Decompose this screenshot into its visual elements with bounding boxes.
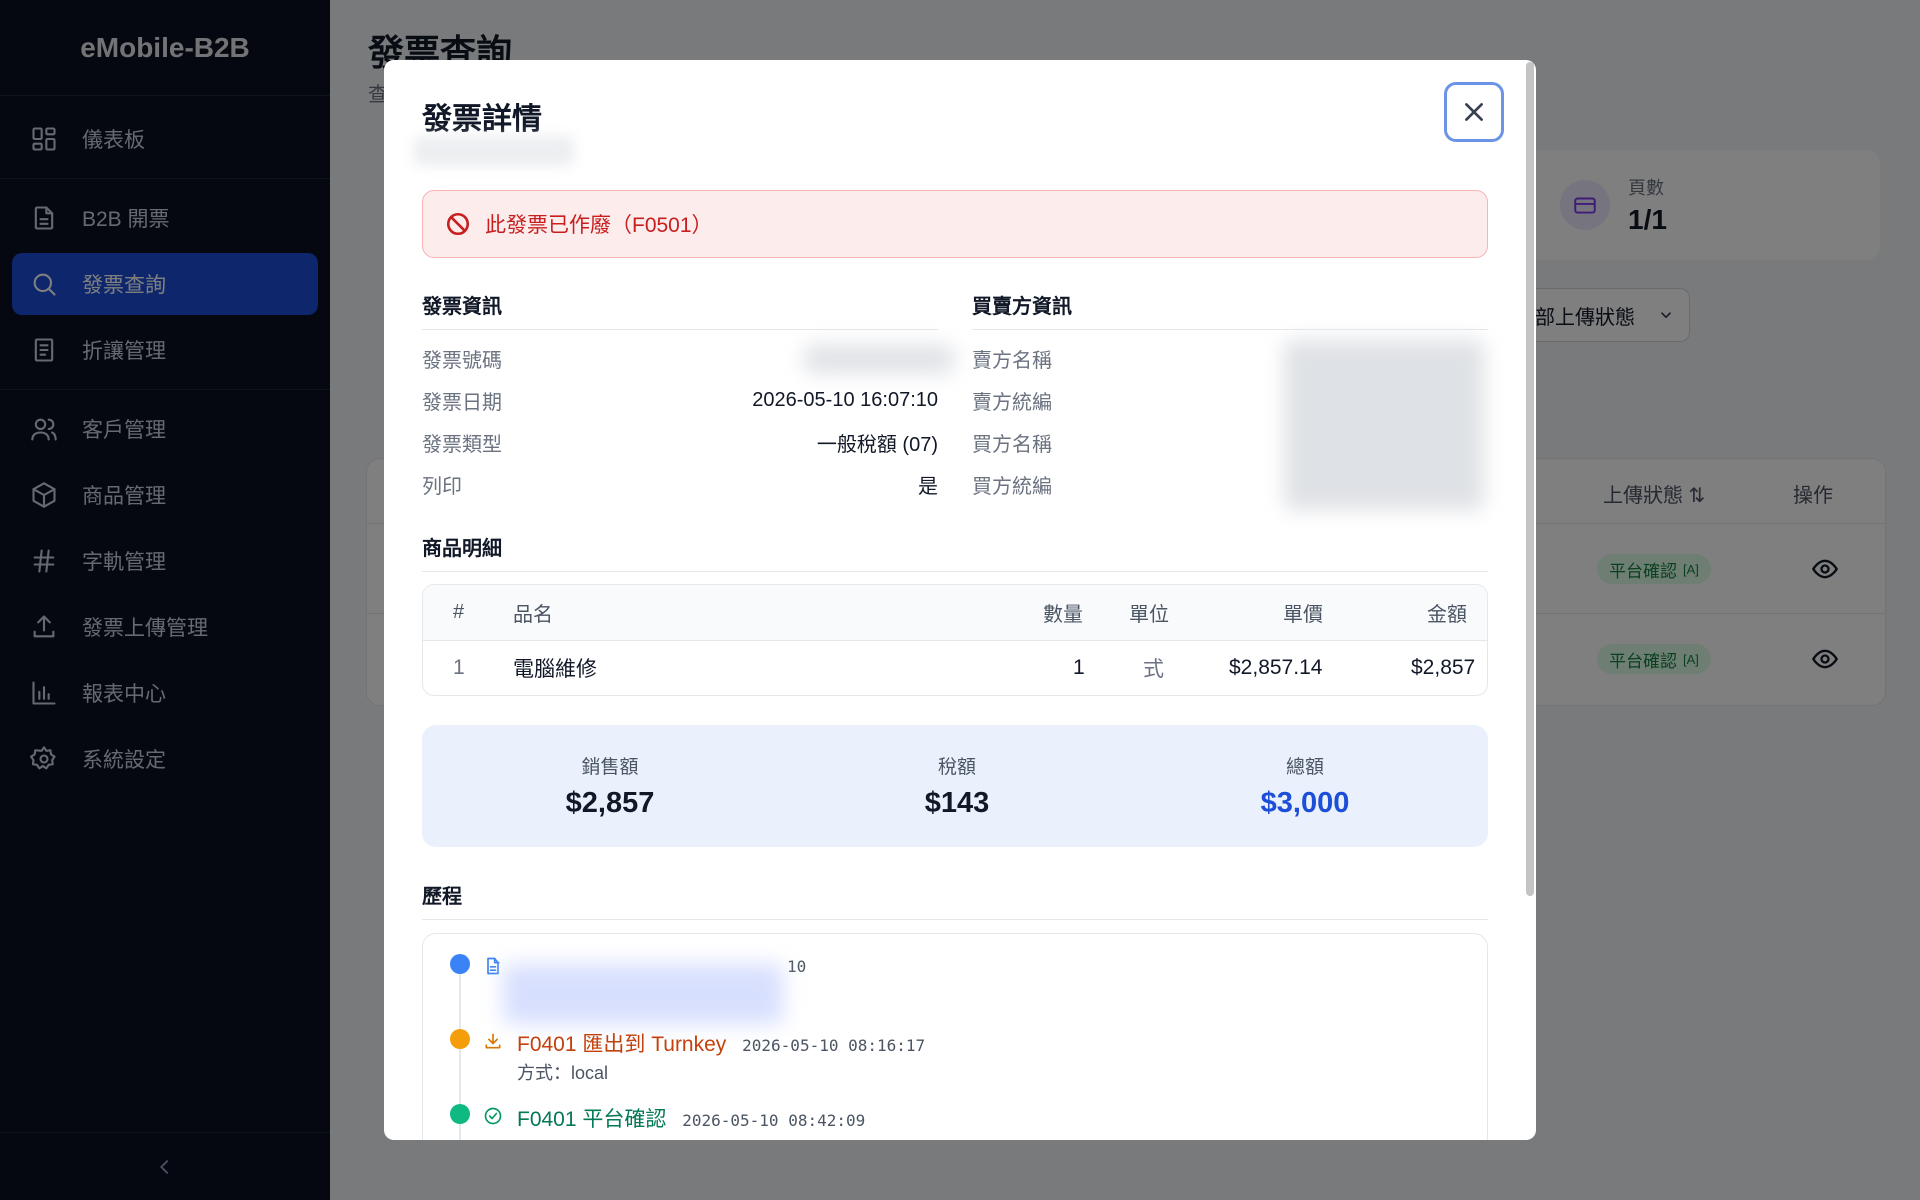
- timeline-event-title: F0401 平台確認: [517, 1108, 667, 1131]
- section-heading-items: 商品明細: [422, 532, 1488, 572]
- total-tax-label: 稅額: [937, 757, 976, 778]
- void-alert-text: 此發票已作廢（F0501）: [485, 214, 713, 237]
- item-name: 電腦維修: [513, 658, 597, 681]
- column-header-qty: 數量: [1043, 604, 1083, 626]
- column-header-unit: 單位: [1129, 604, 1169, 626]
- section-heading-history: 歷程: [422, 880, 1488, 920]
- document-icon: [483, 956, 503, 976]
- items-table: # 品名 數量 單位 單價 金額 1 電腦維修 1 式 $2,857.14 $2…: [422, 584, 1488, 696]
- item-unit: 式: [1143, 658, 1164, 681]
- field-seller-name: 賣方名稱: [972, 343, 1272, 373]
- timeline-dot: [450, 1029, 470, 1049]
- download-icon: [483, 1031, 503, 1051]
- history-timeline: 10 F0401 匯出到 Turnkey 2026-05-10 08:16:17…: [422, 933, 1488, 1140]
- items-table-header: # 品名 數量 單位 單價 金額: [423, 585, 1487, 641]
- section-heading-invoice-info: 發票資訊: [422, 290, 938, 330]
- close-icon: [1465, 103, 1483, 121]
- field-buyer-name: 買方名稱: [972, 427, 1272, 457]
- total-sales: 銷售額 $2,857: [480, 725, 740, 847]
- modal-body: 發票詳情 此發票已作廢（F0501） 發票資訊 發票號碼 發票日期 2026-0…: [384, 60, 1524, 1140]
- field-value: 是: [918, 475, 938, 498]
- field-label: 發票類型: [422, 433, 502, 456]
- total-tax: 稅額 $143: [827, 725, 1087, 847]
- column-header-price: 單價: [1283, 604, 1323, 626]
- modal-scrollbar[interactable]: [1526, 62, 1534, 896]
- timeline-event-time: 2026-05-10 08:42:09: [682, 1111, 866, 1130]
- section-heading-party-info: 買賣方資訊: [972, 290, 1488, 330]
- field-value: 2026-05-10 16:07:10: [752, 388, 938, 411]
- totals-panel: 銷售額 $2,857 稅額 $143 總額 $3,000: [422, 725, 1488, 847]
- column-header-amount: 金額: [1427, 604, 1467, 626]
- total-sales-label: 銷售額: [581, 757, 639, 778]
- field-label: 發票日期: [422, 391, 502, 414]
- column-header-name: 品名: [513, 604, 553, 626]
- redacted-party-values: [1284, 340, 1484, 510]
- timeline-event: F0401 平台確認 2026-05-10 08:42:09: [517, 1103, 865, 1133]
- total-grand: 總額 $3,000: [1175, 725, 1435, 847]
- modal-title: 發票詳情: [422, 103, 542, 136]
- timeline-dot: [450, 1104, 470, 1124]
- timeline-event-detail: 方式：local: [517, 1063, 609, 1083]
- field-seller-tax-id: 賣方統編: [972, 385, 1272, 415]
- field-invoice-type: 發票類型 一般稅額 (07): [422, 427, 938, 457]
- timeline-event-title: F0401 匯出到 Turnkey: [517, 1033, 727, 1056]
- redacted-subtitle: [414, 136, 574, 166]
- total-tax-value: $143: [924, 787, 990, 819]
- item-qty: 1: [1073, 656, 1085, 679]
- field-printed: 列印 是: [422, 469, 938, 499]
- item-no: 1: [453, 656, 465, 679]
- total-grand-label: 總額: [1285, 757, 1324, 778]
- column-header-no: #: [453, 601, 465, 623]
- field-label: 賣方統編: [972, 391, 1052, 414]
- total-grand-value: $3,000: [1260, 787, 1350, 819]
- field-value: 一般稅額 (07): [816, 433, 938, 456]
- timeline-event-time: 10: [787, 957, 807, 976]
- check-circle-icon: [483, 1106, 503, 1126]
- total-sales-value: $2,857: [565, 787, 655, 819]
- field-label: 買方名稱: [972, 433, 1052, 456]
- field-label: 賣方名稱: [972, 349, 1052, 372]
- ban-icon: [446, 212, 470, 236]
- close-button[interactable]: [1444, 82, 1504, 142]
- timeline-event-time: 2026-05-10 08:16:17: [742, 1036, 926, 1055]
- field-invoice-date: 發票日期 2026-05-10 16:07:10: [422, 385, 938, 415]
- field-label: 發票號碼: [422, 349, 502, 372]
- redacted-invoice-number: [804, 345, 954, 373]
- timeline-dot: [450, 954, 470, 974]
- field-buyer-tax-id: 買方統編: [972, 469, 1272, 499]
- item-price: $2,857.14: [1229, 656, 1323, 679]
- invoice-detail-modal: 發票詳情 此發票已作廢（F0501） 發票資訊 發票號碼 發票日期 2026-0…: [384, 60, 1536, 1140]
- field-label: 列印: [422, 475, 462, 498]
- field-label: 買方統編: [972, 475, 1052, 498]
- table-row: 1 電腦維修 1 式 $2,857.14 $2,857: [423, 641, 1487, 695]
- void-alert: 此發票已作廢（F0501）: [422, 190, 1488, 258]
- timeline-event: F0401 匯出到 Turnkey 2026-05-10 08:16:17: [517, 1028, 925, 1058]
- item-amount: $2,857: [1411, 656, 1476, 679]
- redacted-event: [503, 964, 783, 1024]
